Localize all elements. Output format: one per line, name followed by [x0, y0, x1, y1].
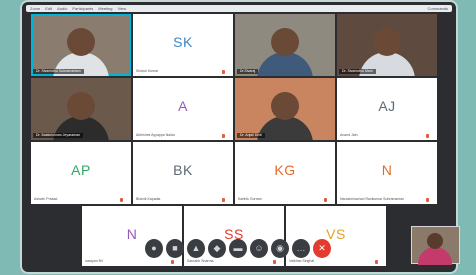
- video-icon[interactable]: ■: [166, 238, 184, 258]
- participant-tile[interactable]: AJ Anand Jain: [337, 78, 437, 140]
- participant-initials: AP: [71, 162, 91, 178]
- participant-tile[interactable]: Dr. Sivamuthu Mani: [337, 14, 437, 76]
- participants-icon[interactable]: ◆: [208, 238, 226, 258]
- menu-bar: Zoom Edit Audio Participants Meeting Vie…: [26, 5, 452, 12]
- menu-item-meeting[interactable]: Meeting: [98, 6, 112, 11]
- participant-tile[interactable]: Dr. Anjali Dixit: [235, 78, 335, 140]
- muted-mic-icon: [426, 134, 429, 138]
- more-icon[interactable]: …: [292, 238, 310, 258]
- participant-name: Saurabh Sharma: [187, 259, 214, 263]
- muted-mic-icon: [222, 198, 225, 202]
- participant-tile[interactable]: KG Karthik Gurram: [235, 142, 335, 204]
- participant-tile[interactable]: Dr. Balakrishnan Jeyaraman: [31, 78, 131, 140]
- record-icon[interactable]: ◉: [271, 238, 289, 258]
- chat-icon[interactable]: ▬: [229, 238, 247, 258]
- muted-mic-icon: [171, 260, 174, 264]
- menu-right-label[interactable]: Commands: [428, 6, 448, 11]
- participant-tile[interactable]: Dr. Sivamuthu Subramaniam: [31, 14, 131, 76]
- muted-mic-icon: [222, 70, 225, 74]
- participant-head: [67, 92, 95, 120]
- participant-name: Narasimhachari Ravikumar Subramanian: [340, 197, 404, 201]
- meeting-toolbar: ● ■ ▲ ◆ ▬ ☺ ◉ … ✕: [145, 237, 331, 259]
- participant-name: Dr.Sivaraj: [237, 69, 259, 74]
- participant-name: Bhavik Kapadia: [136, 197, 161, 201]
- participant-tile[interactable]: AP Ashwin Prasad: [31, 142, 131, 204]
- participant-tile[interactable]: Dr.Sivaraj: [235, 14, 335, 76]
- muted-mic-icon: [222, 134, 225, 138]
- muted-mic-icon: [273, 260, 276, 264]
- participant-head: [373, 28, 401, 56]
- participant-tile[interactable]: BK Bhavik Kapadia: [133, 142, 233, 204]
- participant-name: Abhishek Ayyappa Naidu: [136, 133, 175, 137]
- participant-initials: SK: [173, 34, 193, 50]
- menu-item-audio[interactable]: Audio: [57, 6, 67, 11]
- participant-initials: KG: [274, 162, 296, 178]
- end-call-icon[interactable]: ✕: [313, 238, 331, 258]
- menu-item-edit[interactable]: Edit: [45, 6, 52, 11]
- participant-initials: BK: [173, 162, 193, 178]
- share-screen-icon[interactable]: ▲: [187, 238, 205, 258]
- menu-item-view[interactable]: View: [118, 6, 127, 11]
- self-view-video[interactable]: [411, 226, 460, 265]
- participant-name: Dr. Sivamuthu Subramaniam: [33, 69, 84, 74]
- participant-name: Vaibhav Singhal: [289, 259, 315, 263]
- participant-name: Dr. Sivamuthu Mani: [339, 69, 376, 74]
- participant-name: Karthik Gurram: [238, 197, 262, 201]
- participant-initials: N: [381, 162, 393, 178]
- muted-mic-icon: [375, 260, 378, 264]
- participant-tile[interactable]: N Narasimhachari Ravikumar Subramanian: [337, 142, 437, 204]
- participant-head: [271, 92, 299, 120]
- self-body: [418, 247, 452, 265]
- participant-head: [271, 28, 299, 56]
- self-head: [427, 233, 443, 249]
- participant-name: narayan BV: [85, 259, 104, 263]
- participant-head: [67, 28, 95, 56]
- participant-name: Dr. Anjali Dixit: [237, 133, 265, 138]
- participant-name: Ashwin Prasad: [34, 197, 58, 201]
- participant-name: Sinduri Kumar: [136, 69, 159, 73]
- participant-initials: AJ: [378, 98, 396, 114]
- reactions-icon[interactable]: ☺: [250, 238, 268, 258]
- muted-mic-icon: [426, 198, 429, 202]
- menu-item-participants[interactable]: Participants: [72, 6, 93, 11]
- muted-mic-icon: [120, 198, 123, 202]
- participant-name: Anand Jain: [340, 133, 358, 137]
- participant-tile[interactable]: SK Sinduri Kumar: [133, 14, 233, 76]
- participant-initials: A: [178, 98, 188, 114]
- muted-mic-icon: [324, 198, 327, 202]
- mic-icon[interactable]: ●: [145, 238, 163, 258]
- participant-tile[interactable]: A Abhishek Ayyappa Naidu: [133, 78, 233, 140]
- participant-name: Dr. Balakrishnan Jeyaraman: [33, 133, 83, 138]
- menu-item-zoom[interactable]: Zoom: [30, 6, 40, 11]
